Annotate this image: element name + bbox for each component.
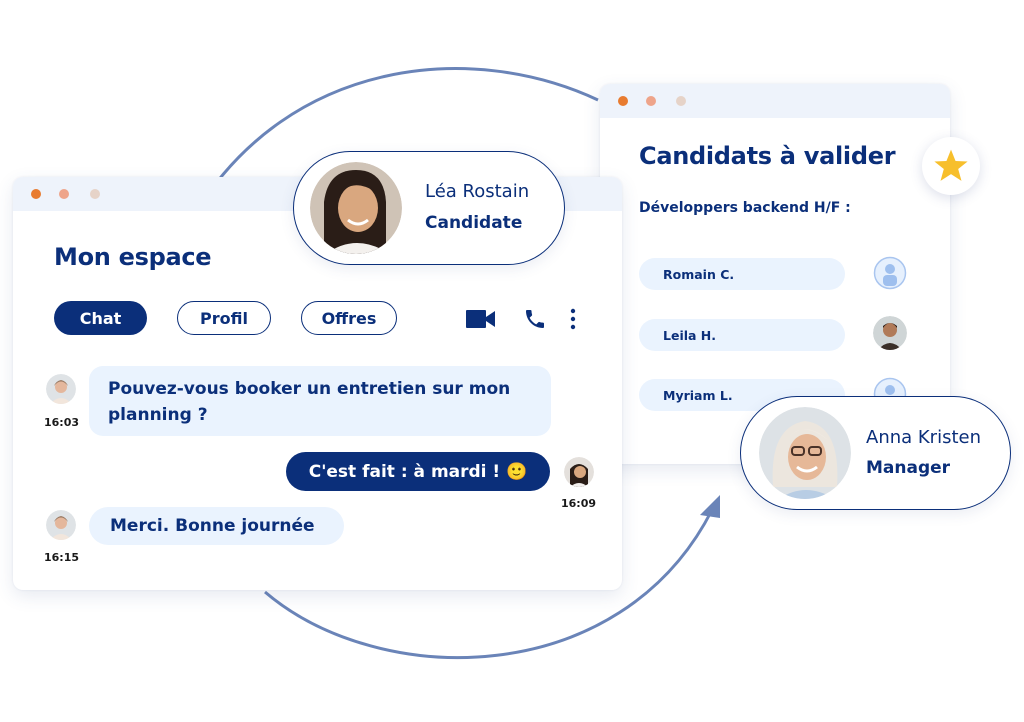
manager-avatar-icon [46, 374, 76, 404]
manager-portrait-icon [759, 407, 851, 499]
candidate-photo [310, 162, 402, 254]
arrow-bottom-head [700, 495, 720, 518]
message-text: Pouvez-vous booker un entretien sur mon [108, 379, 511, 399]
candidate-name: Léa Rostain [425, 181, 530, 202]
window-dot-minimize[interactable] [59, 189, 69, 199]
window-dot-close[interactable] [31, 189, 41, 199]
message-time: 16:15 [44, 551, 80, 564]
video-call-icon [466, 310, 495, 328]
avatar [46, 374, 76, 404]
manager-avatar-icon [46, 510, 76, 540]
avatar [564, 457, 594, 487]
avatar [46, 510, 76, 540]
page-title: Mon espace [54, 243, 212, 271]
message-bubble-incoming: Pouvez-vous booker un entretien sur mon … [89, 366, 551, 436]
candidates-title: Candidats à valider [639, 142, 896, 170]
manager-name: Anna Kristen [866, 427, 982, 448]
candidate-avatar-photo[interactable] [873, 316, 907, 350]
candidate-name: Myriam L. [663, 387, 733, 403]
candidate-avatar-icon [564, 457, 594, 487]
window-dot-close[interactable] [618, 96, 628, 106]
candidate-name: Leila H. [663, 327, 717, 343]
window-titlebar [600, 84, 950, 118]
user-icon [873, 256, 907, 290]
candidate-profile-card[interactable]: Léa Rostain Candidate [293, 151, 565, 265]
manager-photo [759, 407, 851, 499]
candidate-name: Romain C. [663, 266, 735, 282]
window-dot-maximize[interactable] [90, 189, 100, 199]
person-photo-icon [873, 316, 907, 350]
tab-offres[interactable]: Offres [301, 301, 397, 335]
candidate-portrait-icon [310, 162, 402, 254]
candidate-avatar-placeholder[interactable] [873, 256, 907, 290]
message-time: 16:03 [44, 416, 80, 429]
candidate-role: Candidate [425, 213, 523, 233]
phone-call-icon [526, 310, 544, 328]
candidate-item[interactable]: Romain C. [639, 258, 845, 290]
tab-profil[interactable]: Profil [177, 301, 271, 335]
manager-role: Manager [866, 458, 951, 478]
message-text: C'est fait : à mardi ! 🙂 [308, 461, 528, 482]
manager-profile-card[interactable]: Anna Kristen Manager [740, 396, 1011, 510]
message-text: planning ? [108, 405, 208, 425]
phone-call-button[interactable] [523, 307, 547, 335]
job-subtitle: Développers backend H/F : [639, 200, 851, 216]
message-bubble-outgoing: C'est fait : à mardi ! 🙂 [286, 452, 550, 491]
window-dot-minimize[interactable] [646, 96, 656, 106]
candidate-item[interactable]: Leila H. [639, 319, 845, 351]
message-text: Merci. Bonne journée [110, 516, 315, 536]
message-bubble-incoming: Merci. Bonne journée [89, 507, 344, 545]
tab-chat[interactable]: Chat [54, 301, 147, 335]
message-time: 16:09 [561, 497, 597, 510]
favorite-badge[interactable] [922, 137, 980, 195]
video-call-button[interactable] [466, 309, 496, 333]
window-dot-maximize[interactable] [676, 96, 686, 106]
more-options-button[interactable] [569, 307, 577, 335]
star-icon [934, 149, 968, 181]
more-options-icon [570, 308, 576, 330]
